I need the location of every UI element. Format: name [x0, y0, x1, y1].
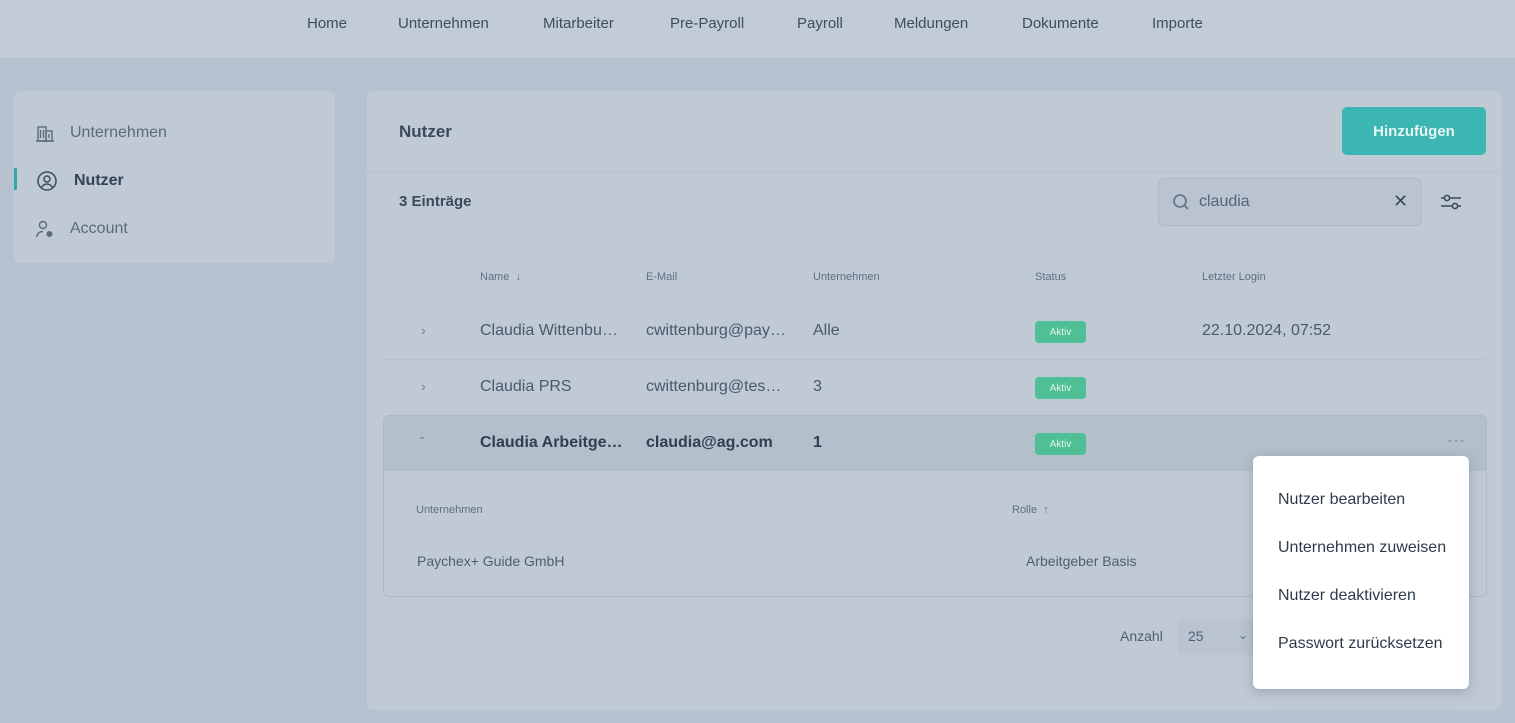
sidebar-item-label: Unternehmen [70, 124, 167, 141]
cell-company: 1 [813, 434, 822, 451]
building-icon [34, 122, 56, 144]
column-header-name[interactable]: Name ↓ [480, 271, 521, 283]
column-header-email[interactable]: E-Mail [646, 271, 677, 283]
cell-last-login: 22.10.2024, 07:52 [1202, 322, 1332, 339]
column-header-status[interactable]: Status [1035, 271, 1066, 283]
detail-company: Paychex+ Guide GmbH [417, 553, 565, 569]
status-badge: Aktiv [1035, 433, 1086, 455]
column-header-company[interactable]: Unternehmen [813, 271, 880, 283]
chevron-down-icon: ⌄ [1238, 628, 1249, 642]
menu-item-reset-password[interactable]: Passwort zurücksetzen [1278, 635, 1443, 653]
detail-header-company[interactable]: Unternehmen [416, 504, 483, 516]
more-options-icon[interactable]: ··· [1447, 432, 1466, 450]
page-title: Nutzer [399, 122, 452, 141]
detail-header-role[interactable]: Rolle ↑ [1012, 504, 1049, 516]
cell-email: cwittenburg@pay… [646, 322, 786, 339]
nav-item-dokumente[interactable]: Dokumente [1022, 15, 1099, 32]
status-badge: Aktiv [1035, 321, 1086, 343]
cell-name: Claudia Arbeitge… [480, 434, 623, 451]
cell-email: claudia@ag.com [646, 434, 773, 451]
row-actions-menu: Nutzer bearbeiten Unternehmen zuweisen N… [1253, 456, 1469, 689]
chevron-up-icon[interactable]: ˆ [420, 434, 425, 450]
search-input[interactable] [1199, 191, 1379, 213]
nav-item-meldungen[interactable]: Meldungen [894, 15, 968, 32]
settings-sidebar: Unternehmen Nutzer Account [14, 91, 335, 263]
divider [367, 171, 1502, 172]
sidebar-item-label: Account [70, 220, 128, 237]
page-size-label: Anzahl [1120, 628, 1163, 644]
sidebar-item-label: Nutzer [74, 172, 124, 189]
cell-name: Claudia PRS [480, 378, 572, 395]
search-icon [1171, 192, 1191, 212]
nav-item-mitarbeiter[interactable]: Mitarbeiter [543, 15, 614, 32]
filter-settings-icon[interactable] [1438, 189, 1464, 215]
menu-item-assign-company[interactable]: Unternehmen zuweisen [1278, 539, 1446, 557]
cell-company: 3 [813, 378, 822, 395]
user-settings-icon [34, 218, 56, 240]
cell-email: cwittenburg@tes… [646, 378, 782, 395]
page-size-value: 25 [1188, 628, 1204, 644]
entries-count: 3 Einträge [399, 193, 472, 210]
table-row[interactable]: › Claudia Wittenbu… cwittenburg@pay… All… [383, 304, 1486, 360]
page-size-select[interactable]: 25 ⌄ [1178, 619, 1258, 655]
clear-search-icon[interactable]: ✕ [1393, 191, 1408, 212]
nav-item-home[interactable]: Home [307, 15, 347, 32]
column-header-last-login[interactable]: Letzter Login [1202, 271, 1266, 283]
chevron-right-icon[interactable]: › [421, 322, 426, 338]
menu-item-edit-user[interactable]: Nutzer bearbeiten [1278, 491, 1405, 509]
cell-company: Alle [813, 322, 840, 339]
user-circle-icon [36, 170, 58, 192]
search-box: ✕ [1158, 178, 1422, 226]
add-user-button[interactable]: Hinzufügen [1342, 107, 1486, 155]
status-badge: Aktiv [1035, 377, 1086, 399]
table-row[interactable]: › Claudia PRS cwittenburg@tes… 3 Aktiv [383, 360, 1486, 416]
arrow-up-icon: ↑ [1043, 504, 1049, 516]
nav-item-pre-payroll[interactable]: Pre-Payroll [670, 15, 744, 32]
detail-role: Arbeitgeber Basis [1026, 553, 1137, 569]
sidebar-item-account[interactable]: Account [14, 214, 335, 244]
nav-item-importe[interactable]: Importe [1152, 15, 1203, 32]
menu-item-deactivate-user[interactable]: Nutzer deaktivieren [1278, 587, 1416, 605]
nav-item-unternehmen[interactable]: Unternehmen [398, 15, 489, 32]
sidebar-item-unternehmen[interactable]: Unternehmen [14, 118, 335, 148]
chevron-right-icon[interactable]: › [421, 378, 426, 394]
nav-item-payroll[interactable]: Payroll [797, 15, 843, 32]
arrow-down-icon: ↓ [515, 271, 521, 283]
sidebar-item-nutzer[interactable]: Nutzer [14, 166, 335, 196]
cell-name: Claudia Wittenbu… [480, 322, 618, 339]
top-navigation: Home Unternehmen Mitarbeiter Pre-Payroll… [0, 0, 1515, 58]
